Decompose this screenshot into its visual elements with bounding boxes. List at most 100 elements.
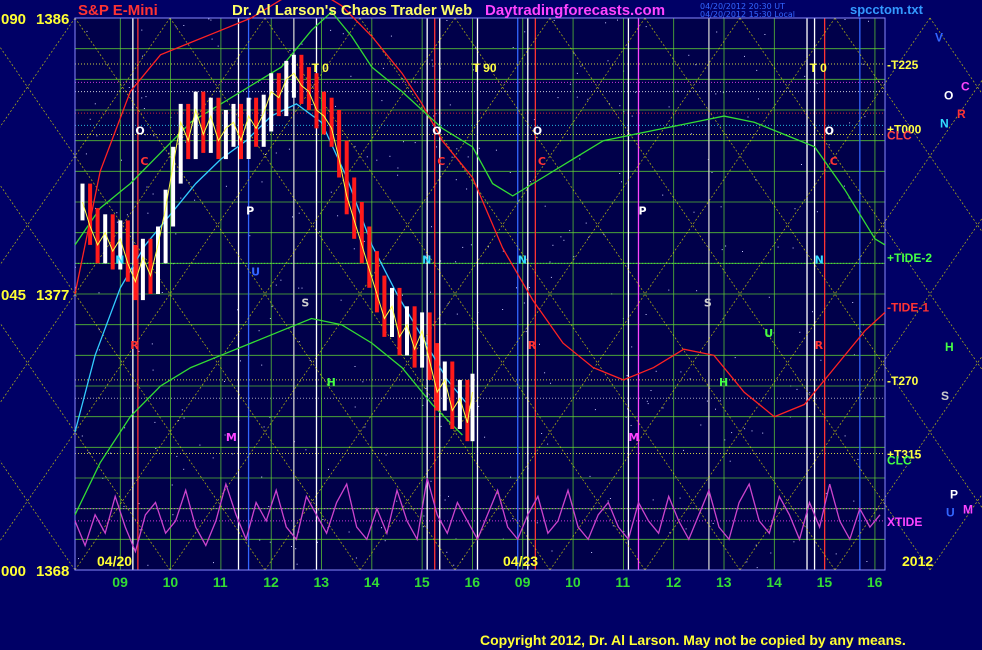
x-tick-2: 11 bbox=[213, 574, 228, 590]
star-dot bbox=[116, 221, 118, 223]
y-tick-angle-2: 000 bbox=[1, 563, 26, 580]
star-dot bbox=[446, 551, 448, 553]
star-dot bbox=[312, 86, 314, 88]
star-dot bbox=[607, 500, 609, 502]
star-dot bbox=[430, 480, 432, 482]
star-dot bbox=[175, 233, 177, 235]
year-label: 2012 bbox=[902, 553, 933, 569]
star-dot bbox=[619, 173, 621, 174]
star-dot bbox=[319, 231, 321, 233]
star-dot bbox=[725, 245, 727, 247]
star-dot bbox=[685, 528, 687, 530]
star-dot bbox=[250, 98, 252, 100]
star-dot bbox=[328, 468, 329, 470]
star-dot bbox=[364, 426, 366, 428]
star-dot bbox=[354, 366, 356, 367]
star-dot bbox=[849, 122, 851, 124]
price-bar bbox=[186, 103, 191, 160]
price-bar bbox=[216, 97, 221, 159]
star-dot bbox=[777, 246, 779, 248]
star-dot bbox=[145, 96, 147, 98]
star-dot bbox=[403, 141, 404, 143]
right-label-7: CLC bbox=[887, 129, 912, 143]
star-dot bbox=[311, 104, 313, 106]
star-dot bbox=[547, 443, 549, 445]
x-tick-10: 11 bbox=[615, 574, 630, 590]
x-tick-6: 15 bbox=[414, 574, 430, 590]
star-dot bbox=[268, 506, 270, 507]
star-dot bbox=[340, 299, 342, 301]
star-dot bbox=[335, 105, 336, 107]
planet-marker: P bbox=[246, 204, 254, 217]
price-bar bbox=[208, 97, 213, 153]
right-label-15: P bbox=[950, 487, 958, 501]
planet-marker: N bbox=[815, 253, 824, 266]
star-dot bbox=[560, 236, 562, 238]
star-dot bbox=[292, 216, 293, 218]
star-dot bbox=[731, 432, 733, 434]
star-dot bbox=[645, 26, 647, 28]
star-dot bbox=[213, 562, 214, 564]
star-dot bbox=[668, 289, 670, 291]
star-dot bbox=[396, 500, 398, 502]
star-dot bbox=[275, 152, 277, 154]
star-dot bbox=[89, 118, 91, 120]
star-dot bbox=[617, 19, 618, 21]
star-dot bbox=[512, 518, 514, 520]
price-bar bbox=[140, 238, 145, 301]
star-dot bbox=[557, 97, 559, 99]
star-dot bbox=[828, 144, 830, 146]
star-dot bbox=[655, 370, 657, 372]
planet-marker: C bbox=[140, 155, 148, 168]
star-dot bbox=[835, 553, 837, 555]
star-dot bbox=[121, 159, 122, 161]
star-dot bbox=[544, 205, 546, 207]
star-dot bbox=[550, 276, 552, 278]
star-dot bbox=[81, 435, 83, 437]
planet-marker: P bbox=[639, 204, 647, 217]
star-dot bbox=[868, 20, 869, 22]
star-dot bbox=[258, 330, 260, 332]
star-dot bbox=[390, 35, 392, 37]
price-bar bbox=[435, 343, 440, 411]
star-dot bbox=[431, 226, 432, 228]
star-dot bbox=[792, 247, 794, 249]
star-dot bbox=[363, 240, 365, 242]
star-dot bbox=[180, 197, 182, 199]
star-dot bbox=[271, 306, 273, 308]
star-dot bbox=[711, 172, 713, 173]
star-dot bbox=[756, 567, 758, 569]
star-dot bbox=[516, 287, 517, 289]
star-dot bbox=[650, 390, 652, 391]
star-dot bbox=[550, 382, 551, 384]
star-dot bbox=[635, 91, 636, 93]
price-bar bbox=[382, 275, 387, 337]
price-bar bbox=[178, 103, 183, 184]
star-dot bbox=[384, 540, 386, 542]
star-dot bbox=[128, 87, 130, 88]
star-dot bbox=[573, 52, 575, 54]
star-dot bbox=[680, 371, 682, 373]
star-dot bbox=[430, 291, 431, 293]
star-dot bbox=[470, 244, 472, 246]
star-dot bbox=[734, 357, 736, 359]
star-dot bbox=[626, 375, 628, 377]
price-bar bbox=[322, 91, 326, 135]
planet-marker: H bbox=[327, 376, 336, 389]
star-dot bbox=[712, 523, 714, 524]
y-tick-angle-1: 045 bbox=[1, 287, 26, 304]
star-dot bbox=[225, 185, 227, 187]
star-dot bbox=[576, 96, 578, 98]
star-dot bbox=[288, 148, 290, 150]
star-dot bbox=[161, 292, 163, 293]
star-dot bbox=[296, 563, 298, 565]
star-dot bbox=[852, 302, 854, 303]
star-dot bbox=[630, 425, 632, 426]
right-label-4: R bbox=[957, 107, 966, 121]
star-dot bbox=[510, 476, 512, 478]
star-dot bbox=[275, 284, 277, 286]
star-dot bbox=[631, 346, 633, 348]
right-label-0: V bbox=[935, 30, 943, 44]
star-dot bbox=[619, 105, 621, 107]
star-dot bbox=[447, 303, 449, 305]
